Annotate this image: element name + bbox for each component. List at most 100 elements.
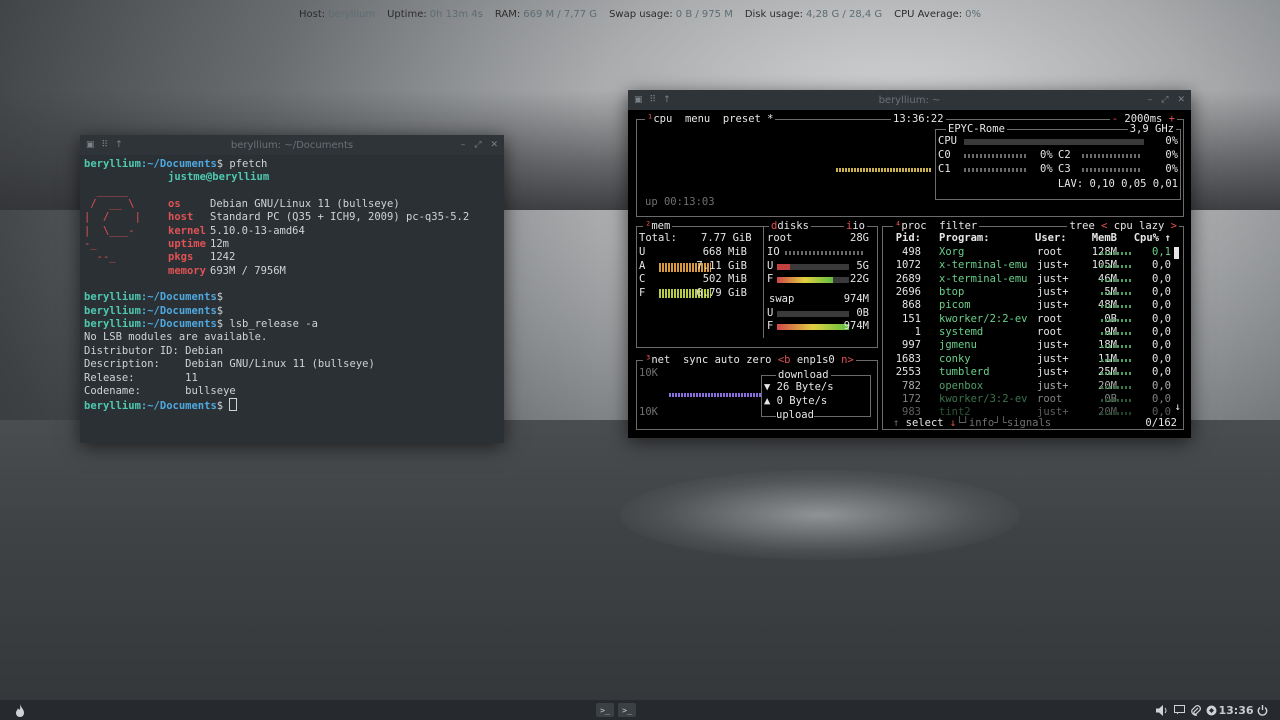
proc-row[interactable]: 172kworker/3:2-evroot0B0,0 — [883, 393, 1173, 406]
taskbar-clock[interactable]: 13:36 — [1218, 700, 1254, 720]
proc-cpu: 0,0 — [1152, 379, 1171, 392]
maximize-icon[interactable]: ⤢ — [474, 140, 481, 150]
pin-icon[interactable]: ↑ — [663, 95, 671, 105]
proc-cpu: 0,0 — [1152, 272, 1171, 285]
volume-icon[interactable] — [1154, 700, 1170, 720]
net-sync-toggle[interactable]: sync — [683, 354, 708, 366]
conky-host: Host: beryllium — [299, 8, 376, 20]
proc-signals[interactable]: signals — [1007, 417, 1051, 429]
taskbar: >_ >_ 13:36 — [0, 700, 1280, 720]
clipboard-icon[interactable] — [1187, 700, 1203, 720]
sort-mode[interactable]: cpu lazy — [1114, 220, 1165, 232]
cpu-box: ¹cpu menu preset * 13:36:22 - 2000ms + u… — [636, 113, 1184, 217]
proc-row[interactable]: 997jgmenujust+18M0,0 — [883, 339, 1173, 352]
cpu-total-bar — [964, 139, 1144, 145]
proc-row[interactable]: 2553tumblerdjust+25M0,0 — [883, 366, 1173, 379]
proc-program: kworker/2:2-ev — [939, 312, 1028, 325]
proc-pid: 782 — [902, 379, 921, 392]
sticky-icon[interactable]: ⠿ — [650, 95, 657, 105]
conky-disk: Disk usage: 4,28 G / 28,4 G — [744, 8, 883, 20]
proc-row[interactable]: 782openboxjust+20M0,0 — [883, 380, 1173, 393]
proc-select[interactable]: select — [906, 417, 944, 429]
close-icon[interactable]: ✕ — [490, 140, 498, 150]
proc-filter[interactable]: filter — [939, 220, 977, 232]
sticky-icon[interactable]: ⠿ — [102, 140, 109, 150]
terminal-window-documents[interactable]: ▣ ⠿ ↑ beryllium: ~/Documents – ⤢ ✕ beryl… — [80, 135, 504, 443]
sort-next[interactable]: > — [1171, 220, 1177, 232]
pin-icon[interactable]: ↑ — [115, 140, 123, 150]
proc-row[interactable]: 2696btopjust+5M0,0 — [883, 286, 1173, 299]
net-zero-toggle[interactable]: zero — [746, 354, 771, 366]
window-titlebar[interactable]: ▣ ⠿ ↑ beryllium: ~ – ⤢ ✕ — [628, 90, 1191, 110]
net-auto-toggle[interactable]: auto — [715, 354, 740, 366]
cpu-model: EPYC-Rome — [946, 123, 1007, 135]
proc-cpu-graph — [1101, 412, 1131, 416]
network-icon[interactable] — [1203, 700, 1219, 720]
proc-row[interactable]: 498Xorgroot128M0,1 — [883, 246, 1173, 259]
terminal-icon[interactable]: ▣ — [86, 140, 95, 150]
wallpaper-foreground — [0, 420, 1280, 700]
proc-user: just+ — [1037, 366, 1069, 379]
net-iface: enp1s0 — [796, 354, 835, 366]
net-graph — [669, 393, 761, 397]
window-titlebar[interactable]: ▣ ⠿ ↑ beryllium: ~/Documents – ⤢ ✕ — [80, 135, 504, 155]
proc-program: tumblerd — [939, 366, 990, 379]
proc-scrollbar[interactable] — [1174, 247, 1179, 259]
proc-pid: 172 — [902, 392, 921, 405]
proc-row[interactable]: 1072x-terminal-emujust+105M0,0 — [883, 259, 1173, 272]
menu-tab[interactable]: menu — [685, 113, 710, 125]
proc-user: just+ — [1037, 352, 1069, 365]
minimize-icon[interactable]: – — [1148, 95, 1153, 105]
proc-cpu-graph — [1101, 278, 1131, 282]
notification-icon[interactable] — [1171, 700, 1187, 720]
sort-prev[interactable]: < — [1101, 220, 1107, 232]
net-prev-iface[interactable]: <b — [778, 354, 791, 366]
net-next-iface[interactable]: n> — [841, 354, 854, 366]
proc-cpu: 0,0 — [1152, 259, 1171, 272]
proc-cpu: 0,0 — [1152, 312, 1171, 325]
taskbar-terminal-1-icon[interactable]: >_ — [596, 703, 614, 717]
terminal-output[interactable]: beryllium:~/Documents$ pfetch justme@ber… — [80, 155, 504, 417]
proc-user: root — [1037, 312, 1063, 325]
proc-pid: 997 — [902, 339, 921, 352]
proc-cpu-graph — [1101, 358, 1131, 362]
window-title: beryllium: ~ — [878, 94, 941, 106]
taskbar-terminal-2-icon[interactable]: >_ — [618, 703, 636, 717]
proc-cpu-graph — [1101, 318, 1131, 322]
proc-row[interactable]: 2689x-terminal-emujust+46M0,0 — [883, 273, 1173, 286]
proc-row[interactable]: 1systemdroot9M0,0 — [883, 326, 1173, 339]
cpu-tab[interactable]: cpu — [653, 113, 672, 125]
proc-tree-toggle[interactable]: tree — [1069, 220, 1094, 232]
minimize-icon[interactable]: – — [461, 140, 466, 150]
proc-row[interactable]: 1683conkyjust+11M0,0 — [883, 353, 1173, 366]
proc-row[interactable]: 868picomjust+48M0,0 — [883, 299, 1173, 312]
flame-menu-icon[interactable] — [12, 700, 28, 720]
proc-cpu-graph — [1101, 292, 1131, 296]
terminal-window-btop[interactable]: ▣ ⠿ ↑ beryllium: ~ – ⤢ ✕ ¹cpu menu prese… — [628, 90, 1191, 438]
proc-user: just+ — [1037, 286, 1069, 299]
proc-pid: 498 — [902, 246, 921, 258]
proc-row[interactable]: 151kworker/2:2-evroot0B0,0 — [883, 313, 1173, 326]
proc-box: ⁴proc filter tree < cpu lazy > Pid: Prog… — [882, 220, 1184, 430]
power-icon[interactable] — [1254, 700, 1270, 720]
proc-cpu-graph — [1101, 385, 1131, 389]
close-icon[interactable]: ✕ — [1177, 95, 1185, 105]
proc-cpu: 0,0 — [1152, 366, 1171, 379]
proc-program: openbox — [939, 379, 984, 392]
proc-cpu-graph — [1101, 372, 1131, 376]
proc-program: x-terminal-emu — [939, 259, 1028, 272]
conky-swap: Swap usage: 0 B / 975 M — [609, 8, 733, 20]
conky-ram: RAM: 669 M / 7,77 G — [494, 8, 598, 20]
terminal-icon[interactable]: ▣ — [634, 95, 643, 105]
net-rates-box: download ▼ 26 Byte/s ▲ 0 Byte/s upload — [761, 369, 871, 423]
preset-tab[interactable]: preset * — [723, 113, 774, 125]
maximize-icon[interactable]: ⤢ — [1161, 95, 1168, 105]
cpu-info-box: EPYC-Rome 3,9 GHz CPU 0% C0 0% C2 0% C1 … — [935, 123, 1181, 200]
btop-screen[interactable]: ¹cpu menu preset * 13:36:22 - 2000ms + u… — [628, 110, 1191, 438]
proc-program: systemd — [939, 326, 984, 339]
proc-program: btop — [939, 286, 965, 299]
core-graph — [1082, 154, 1140, 158]
proc-info[interactable]: info — [969, 417, 994, 429]
text-cursor — [229, 398, 238, 412]
core-graph — [964, 154, 1026, 158]
